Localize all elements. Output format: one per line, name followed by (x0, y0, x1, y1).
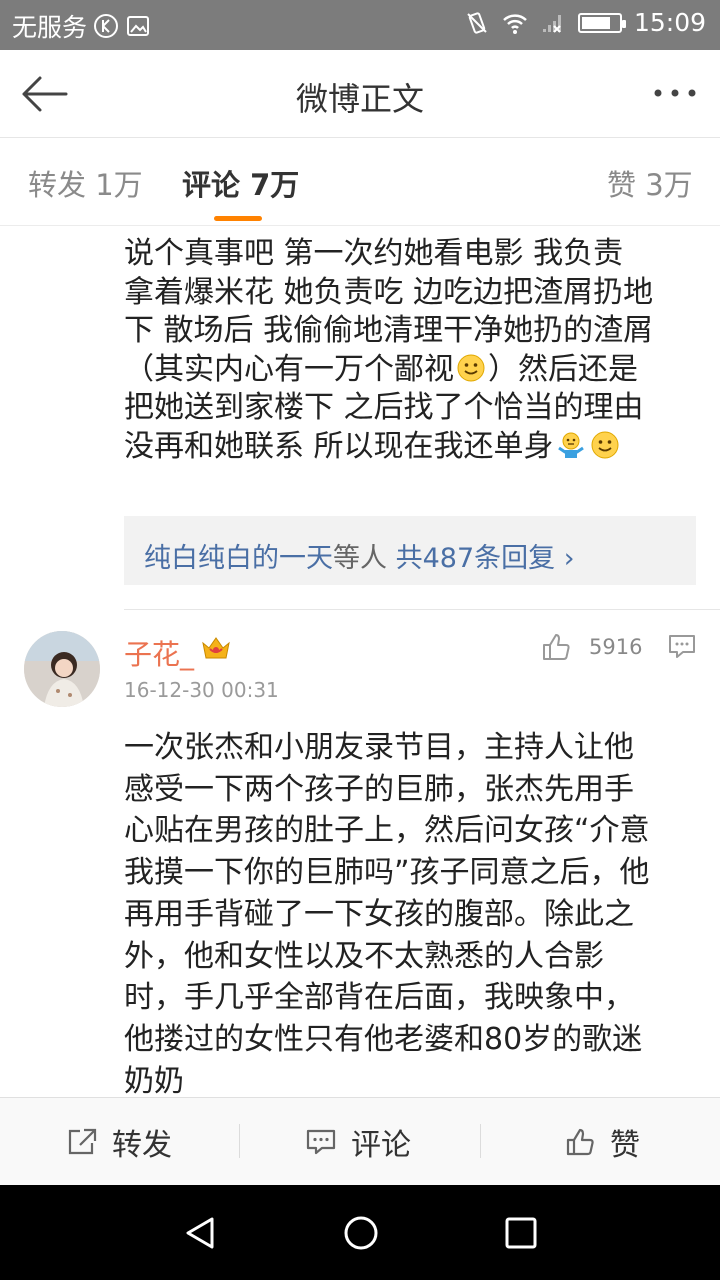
more-icon[interactable] (650, 78, 700, 108)
comment-label: 评论 (351, 1128, 411, 1163)
vibrate-icon (467, 11, 487, 34)
comment-line: 他搂过的女性只有他老婆和80岁的歌迷 (124, 1021, 643, 1057)
comment-line: 时，手几乎全部背在后面，我映象中， (124, 980, 634, 1016)
signal-icon (542, 14, 561, 33)
thumbs-up-icon[interactable] (540, 631, 572, 663)
tab-like[interactable]: 赞 3万 (607, 162, 693, 204)
crown-badge-icon (202, 637, 230, 659)
tab-repost[interactable]: 转发 1万 (28, 162, 143, 204)
comment-line: 说个真事吧 第一次约她看电影 我负责 (124, 236, 624, 271)
like-button[interactable]: 赞 (564, 1098, 640, 1186)
smile-emoji-icon (457, 354, 485, 381)
comment-line: 下 散场后 我偷偷地清理干净她扔的渣屑 (124, 313, 654, 348)
comment-line: （其实内心有一万个鄙视 ）然后还是 (124, 351, 684, 390)
comment-line-part: ）然后还是 (488, 351, 638, 387)
comment-line: 一次张杰和小朋友录节目，主持人让他 (124, 730, 634, 765)
wifi-icon (503, 13, 527, 34)
comment-line: 外，他和女性以及不太熟悉的人合影 (124, 938, 604, 974)
comment-line: 把她送到家楼下 之后找了个恰当的理由 (124, 390, 644, 425)
comment-line: 拿着爆米花 她负责吃 边吃边把渣屑扔地 (124, 274, 654, 310)
comment-timestamp: 16-12-30 00:31 (124, 678, 279, 702)
carrier-label: 无服务 (12, 13, 88, 42)
like-count: 5916 (589, 635, 643, 659)
page-title: 微博正文 (295, 80, 424, 118)
bottom-toolbar: 转发 评论 赞 (0, 1097, 720, 1185)
k-icon (94, 14, 119, 38)
comment-line: 没再和她联系 所以现在我还单身 (124, 428, 684, 467)
back-triangle-icon[interactable] (180, 1213, 220, 1253)
repost-label: 转发 (112, 1128, 172, 1163)
comment-username[interactable]: 子花_ (124, 633, 194, 673)
recents-square-icon[interactable] (501, 1213, 541, 1253)
comment-line: 心贴在男孩的肚子上，然后问女孩“介意 (124, 813, 650, 849)
battery-icon (577, 12, 626, 33)
reply-summary[interactable]: 纯白纯白的一天等人 共487条回复 › (124, 516, 696, 585)
repost-button[interactable]: 转发 (66, 1098, 172, 1186)
comment-divider (124, 609, 720, 610)
status-bar: 无服务 15:09 (0, 0, 720, 50)
home-circle-icon[interactable] (341, 1213, 381, 1253)
comment-icon (306, 1129, 336, 1155)
detail-tabs: 转发 1万 评论 7万 赞 3万 (0, 138, 720, 226)
comment-line: 我摸一下你的巨肺吗”孩子同意之后，他 (124, 855, 650, 891)
tab-comment[interactable]: 评论 7万 (182, 162, 299, 204)
toolbar-separator (239, 1124, 240, 1158)
comment-line: 感受一下两个孩子的巨肺，张杰先用手 (124, 771, 634, 807)
repost-icon (68, 1128, 97, 1155)
comment-line-part: 没再和她联系 所以现在我还单身 (124, 428, 554, 464)
comment-body: 一次张杰和小朋友录节目，主持人让他 感受一下两个孩子的巨肺，张杰先用手 心贴在男… (124, 727, 684, 1097)
comment-line: 奶奶 (124, 1063, 184, 1097)
reply-count-link[interactable]: 共487条回复 › (396, 543, 575, 574)
reply-user-link[interactable]: 纯白纯白的一天 (144, 543, 333, 574)
nav-bar: 微博正文 (0, 50, 720, 138)
tab-indicator (214, 216, 262, 221)
reply-summary-text: 等人 (333, 543, 387, 574)
reply-comment-icon[interactable] (667, 633, 697, 661)
avatar[interactable] (24, 631, 100, 707)
comment-line: 再用手背碰了一下女孩的腹部。除此之 (124, 896, 634, 932)
like-label: 赞 (610, 1128, 640, 1163)
like-icon (566, 1128, 594, 1156)
comment-line-part: （其实内心有一万个鄙视 (124, 351, 454, 387)
image-icon (127, 16, 150, 36)
system-nav-bar (0, 1185, 720, 1280)
comment-body: 说个真事吧 第一次约她看电影 我负责 拿着爆米花 她负责吃 边吃边把渣屑扔地 下… (124, 235, 684, 466)
avatar-image (24, 631, 100, 707)
comment-list: 说个真事吧 第一次约她看电影 我负责 拿着爆米花 她负责吃 边吃边把渣屑扔地 下… (0, 227, 720, 1097)
smile-emoji-icon (591, 431, 619, 458)
comment-button[interactable]: 评论 (305, 1098, 411, 1186)
shrug-emoji-icon (557, 432, 584, 458)
clock: 15:09 (633, 8, 706, 37)
toolbar-separator (480, 1124, 481, 1158)
